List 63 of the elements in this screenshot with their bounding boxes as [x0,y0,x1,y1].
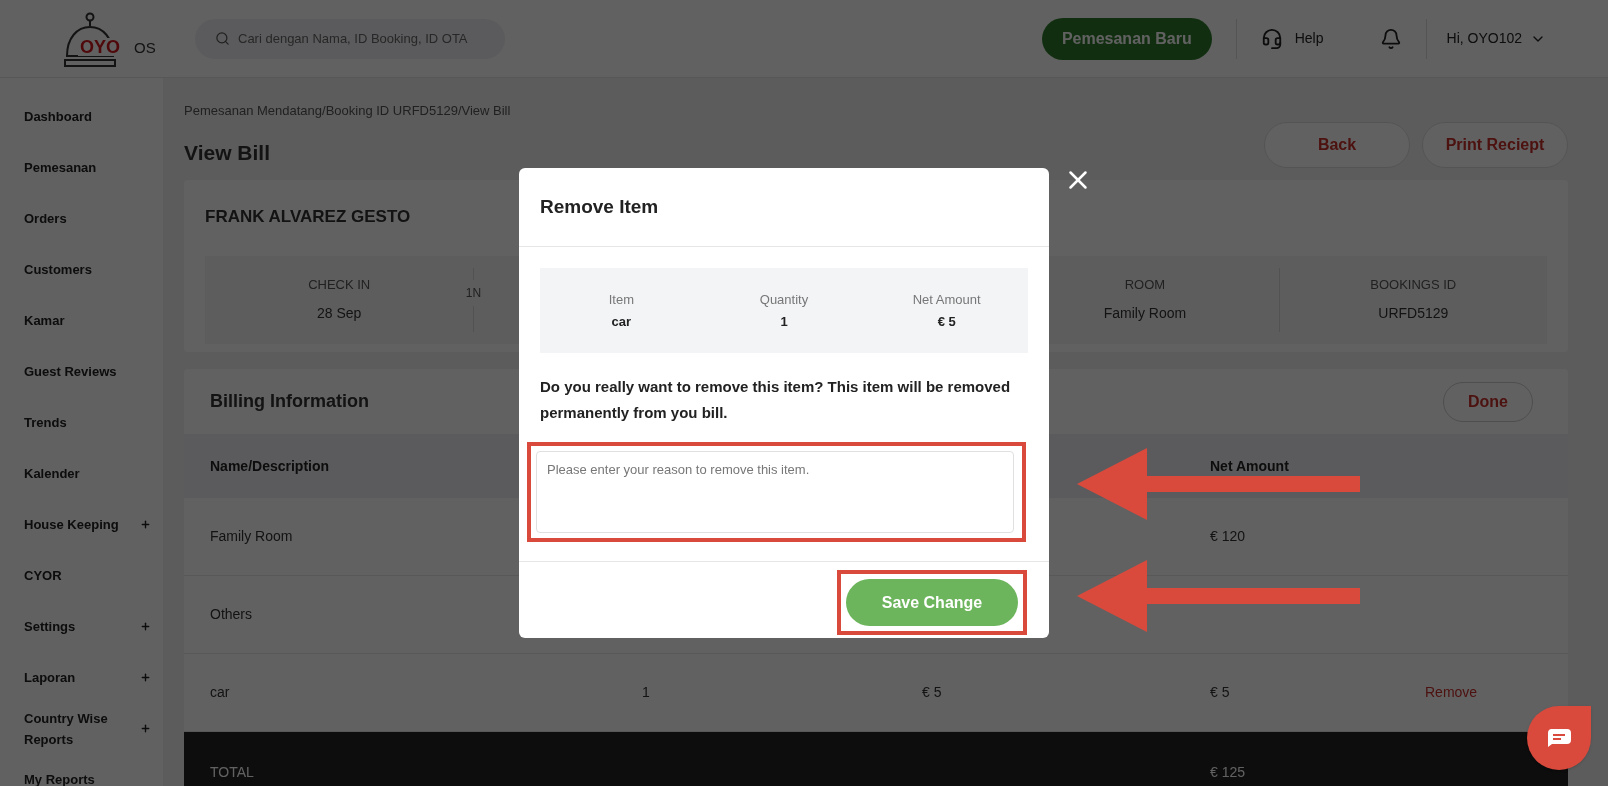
sidebar-item[interactable]: Customers [0,244,163,295]
new-booking-button[interactable]: Pemesanan Baru [1041,17,1212,60]
stat-value: 28 Sep [317,303,362,323]
sidebar-item[interactable]: Kamar [0,295,163,346]
total-amount: € 125 [1210,763,1246,782]
billing-title: Billing Information [210,390,369,413]
plus-icon [140,672,151,683]
logo-suffix: OS [134,39,156,55]
notification-bell-icon[interactable] [1379,27,1402,50]
logo-brand: OYO [78,37,122,56]
sidebar-item[interactable]: Laporan [0,652,163,703]
sidebar-item[interactable]: House Keeping [0,499,163,550]
sidebar-item[interactable]: Dashboard [0,91,163,142]
sidebar-item[interactable]: CYOR [0,550,163,601]
reason-field[interactable]: Please enter your reason to remove this item. [536,451,1014,533]
chat-icon [1546,728,1572,748]
page-title: View Bill [184,139,271,166]
stat-value: URFD5129 [1378,303,1449,323]
confirm-message: Do you really want to remove this item? This item will be removed permanently from you bill. [540,377,1012,423]
search-icon [215,31,230,46]
table-cell-text: Others [210,605,252,624]
sidebar-item[interactable]: Country Wise Reports [0,703,163,754]
remove-link[interactable]: Remove [1425,682,1478,703]
stat-label: ROOM [1124,276,1166,295]
sidebar-item[interactable]: My Reports [0,754,163,786]
sidebar-item[interactable]: Guest Reviews [0,346,163,397]
help-link[interactable]: Help [1260,27,1324,50]
stat-value: Family Room [1103,303,1187,323]
total-label: TOTAL [210,763,254,782]
chat-button[interactable] [1527,706,1591,770]
sidebar-item[interactable]: Kalender [0,448,163,499]
user-menu[interactable]: Hi, OYO102 [1446,28,1546,49]
summary-value: car [611,313,632,331]
guest-name: FRANK ALVAREZ GESTO [205,206,411,228]
summary-value: € 5 [937,313,956,331]
plus-icon [140,723,151,734]
outline-button[interactable]: Print Reciept [1422,122,1568,168]
column-header: Net Amount [1210,456,1289,476]
table-cell-text: Family Room [210,527,293,546]
outline-button[interactable]: Back [1264,122,1410,168]
dialog-title: Remove Item [540,194,659,219]
stat-label: CHECK IN [308,276,371,295]
sidebar-item[interactable]: Trends [0,397,163,448]
summary-label: Item [608,290,634,309]
save-change-button[interactable]: Save Change [846,579,1018,626]
summary-label: Quantity [759,290,809,309]
sidebar-item[interactable]: Orders [0,193,163,244]
table-cell-text: € 5 [922,683,942,702]
plus-icon [140,519,151,530]
column-header: Name/Description [210,456,330,476]
stat-label: BOOKINGS ID [1370,276,1457,295]
table-cell-text: 1 [642,683,650,702]
sidebar-item[interactable]: Settings [0,601,163,652]
summary-label: Net Amount [912,290,981,309]
nights-label: 1N [465,279,482,306]
breadcrumb: Pemesanan Mendatang/Booking ID URFD5129/View Bill [184,102,511,120]
table-cell-text: € 5 [1210,683,1230,702]
summary-value: 1 [780,313,788,331]
plus-icon [140,621,151,632]
table-cell-text: car [210,683,230,702]
headset-icon [1260,27,1283,50]
sidebar-item[interactable]: Pemesanan [0,142,163,193]
table-cell-text: € 120 [1210,527,1246,546]
